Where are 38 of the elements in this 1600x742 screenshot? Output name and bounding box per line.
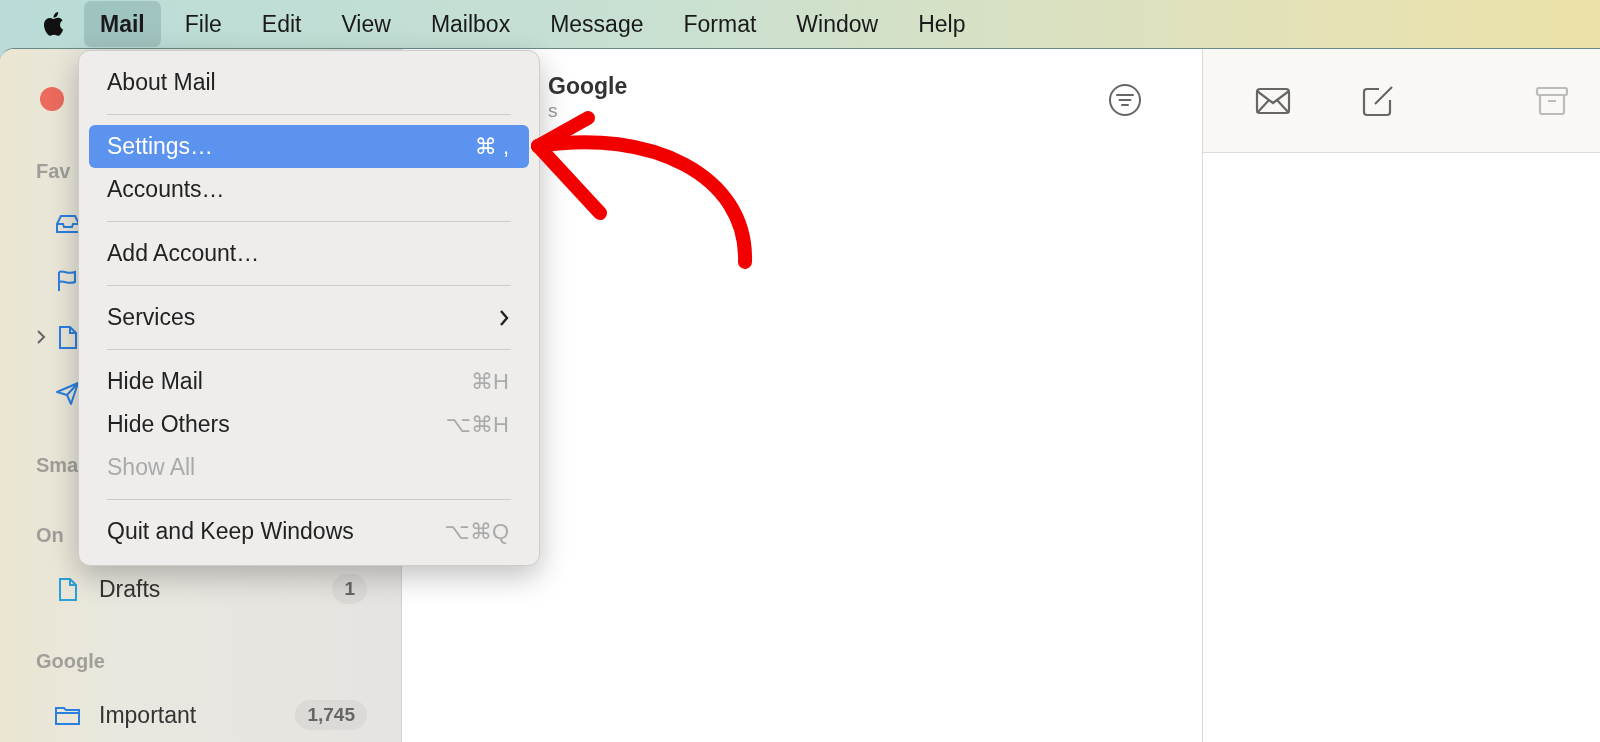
shortcut-label: ⌘ ,	[474, 133, 509, 160]
chevron-icon	[36, 329, 46, 345]
menu-bar-item[interactable]: Edit	[245, 1, 318, 47]
envelope-icon[interactable]	[1255, 86, 1291, 115]
menu-bar-item[interactable]: Window	[780, 1, 895, 47]
count-badge: 1,745	[295, 700, 367, 730]
close-button[interactable]	[40, 87, 64, 111]
section-header: Google	[36, 649, 105, 674]
mailbox-subtitle: s	[548, 100, 559, 122]
menu-item[interactable]: Accounts…	[89, 168, 529, 211]
menu-bar-item[interactable]: View	[325, 1, 407, 47]
shortcut-label: ⌥⌘H	[445, 411, 509, 438]
menu-item[interactable]: About Mail	[89, 61, 529, 104]
sidebar-item[interactable]: Drafts	[99, 575, 333, 603]
sidebar-item[interactable]: Important	[99, 701, 296, 729]
count-badge: 1	[332, 574, 367, 604]
apple-icon	[42, 11, 64, 37]
section-header: On	[36, 523, 64, 548]
shortcut-label: ⌘H	[471, 368, 509, 395]
mailbox-title: Google	[548, 73, 628, 100]
menu-item[interactable]: Add Account…	[89, 232, 529, 275]
chevron-icon	[499, 308, 509, 327]
menu-bar-item[interactable]: Help	[902, 1, 982, 47]
menu-item[interactable]: Hide Mail ⌘H	[89, 360, 529, 403]
shortcut-label: ⌥⌘Q	[444, 518, 509, 545]
compose-icon[interactable]	[1361, 83, 1395, 118]
paper-plane-icon	[54, 379, 81, 407]
filter-icon[interactable]	[1108, 83, 1142, 117]
section-header: Sma	[36, 453, 79, 478]
menu-bar-item[interactable]: File	[168, 1, 238, 47]
menu-bar-item[interactable]: Mail	[84, 1, 161, 47]
menu-bar-item[interactable]: Mailbox	[414, 1, 527, 47]
menu-bar-item[interactable]: Format	[667, 1, 773, 47]
menu-bar-item[interactable]: Message	[534, 1, 660, 47]
menu-item[interactable]: Services	[89, 296, 529, 339]
menu-item[interactable]: Hide Others ⌥⌘H	[89, 403, 529, 446]
menu-item[interactable]: Quit and Keep Windows ⌥⌘Q	[89, 510, 529, 553]
section-header: Fav	[36, 159, 71, 184]
